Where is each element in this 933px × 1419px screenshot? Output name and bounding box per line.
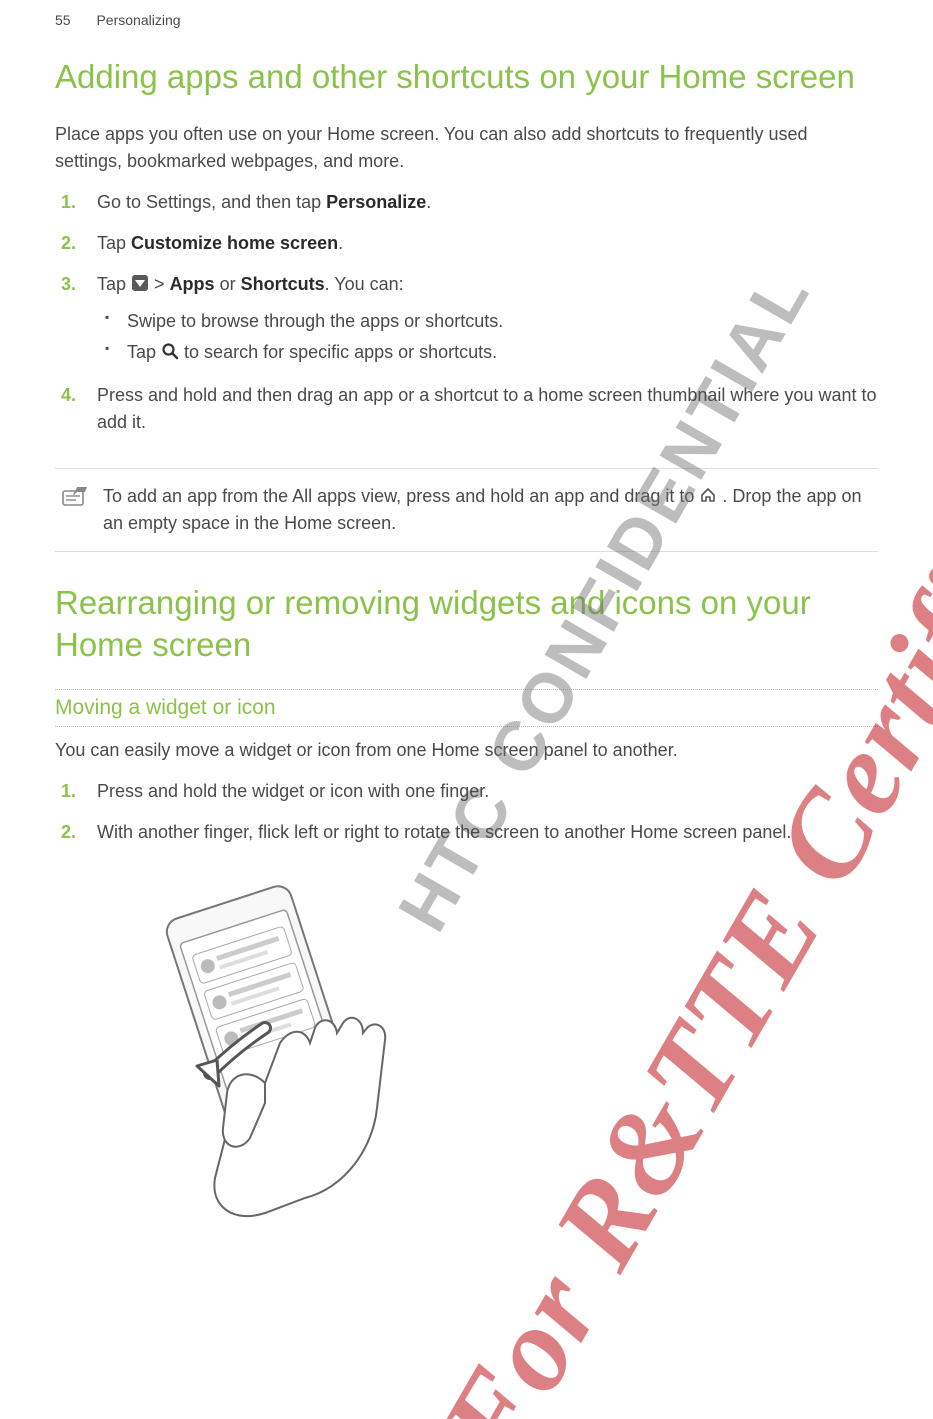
- subheading-moving: Moving a widget or icon: [55, 689, 878, 727]
- step-text-post: .: [426, 192, 431, 212]
- step-number: 3.: [61, 271, 76, 298]
- page-number: 55: [55, 12, 71, 28]
- step-text-post: .: [338, 233, 343, 253]
- step-text: Go to Settings, and then tap: [97, 192, 326, 212]
- magnifier-icon: [161, 341, 179, 359]
- dropdown-triangle-icon: [131, 273, 149, 291]
- sub-text-post: to search for specific apps or shortcuts…: [184, 342, 497, 362]
- sub-item-swipe: Swipe to browse through the apps or shor…: [97, 306, 878, 337]
- step-number: 1.: [61, 778, 76, 805]
- step-b1: 1. Press and hold the widget or icon wit…: [55, 778, 878, 819]
- step-text-mid: >: [154, 274, 170, 294]
- step-number: 2.: [61, 230, 76, 257]
- step-text-or: or: [215, 274, 241, 294]
- intro-paragraph-b: You can easily move a widget or icon fro…: [55, 737, 878, 764]
- heading-rearranging: Rearranging or removing widgets and icon…: [55, 582, 878, 665]
- step-text: Press and hold the widget or icon with o…: [97, 781, 489, 801]
- section-title: Personalizing: [96, 12, 180, 28]
- note-text: To add an app from the All apps view, pr…: [103, 483, 872, 537]
- pencil-note-icon: [61, 483, 89, 515]
- step-a3: 3. Tap > Apps or Shortcuts. You can: Swi…: [55, 271, 878, 382]
- step-text: With another finger, flick left or right…: [97, 822, 791, 842]
- step-a2: 2. Tap Customize home screen.: [55, 230, 878, 271]
- home-outline-icon: [699, 485, 717, 503]
- page-header: 55 Personalizing: [55, 12, 878, 28]
- step-text: Press and hold and then drag an app or a…: [97, 385, 876, 432]
- steps-list-b: 1. Press and hold the widget or icon wit…: [55, 778, 878, 860]
- bold-apps: Apps: [170, 274, 215, 294]
- bold-shortcuts: Shortcuts: [241, 274, 325, 294]
- illustration-hand-flick: [115, 878, 878, 1243]
- bold-customize: Customize home screen: [131, 233, 338, 253]
- intro-paragraph-a: Place apps you often use on your Home sc…: [55, 121, 878, 175]
- bold-personalize: Personalize: [326, 192, 426, 212]
- sub-text-pre: Tap: [127, 342, 161, 362]
- step-text: Tap: [97, 274, 131, 294]
- sub-item-search: Tap to search for specific apps or short…: [97, 337, 878, 368]
- steps-list-a: 1. Go to Settings, and then tap Personal…: [55, 189, 878, 450]
- step-b2: 2. With another finger, flick left or ri…: [55, 819, 878, 860]
- step-number: 1.: [61, 189, 76, 216]
- step-a4: 4. Press and hold and then drag an app o…: [55, 382, 878, 450]
- step-number: 4.: [61, 382, 76, 409]
- heading-adding-apps: Adding apps and other shortcuts on your …: [55, 56, 878, 97]
- tip-note: To add an app from the All apps view, pr…: [55, 468, 878, 552]
- step-number: 2.: [61, 819, 76, 846]
- step-text: Tap: [97, 233, 131, 253]
- note-pre: To add an app from the All apps view, pr…: [103, 486, 699, 506]
- step-a1: 1. Go to Settings, and then tap Personal…: [55, 189, 878, 230]
- sub-list: Swipe to browse through the apps or shor…: [97, 306, 878, 368]
- step-text-post: . You can:: [325, 274, 404, 294]
